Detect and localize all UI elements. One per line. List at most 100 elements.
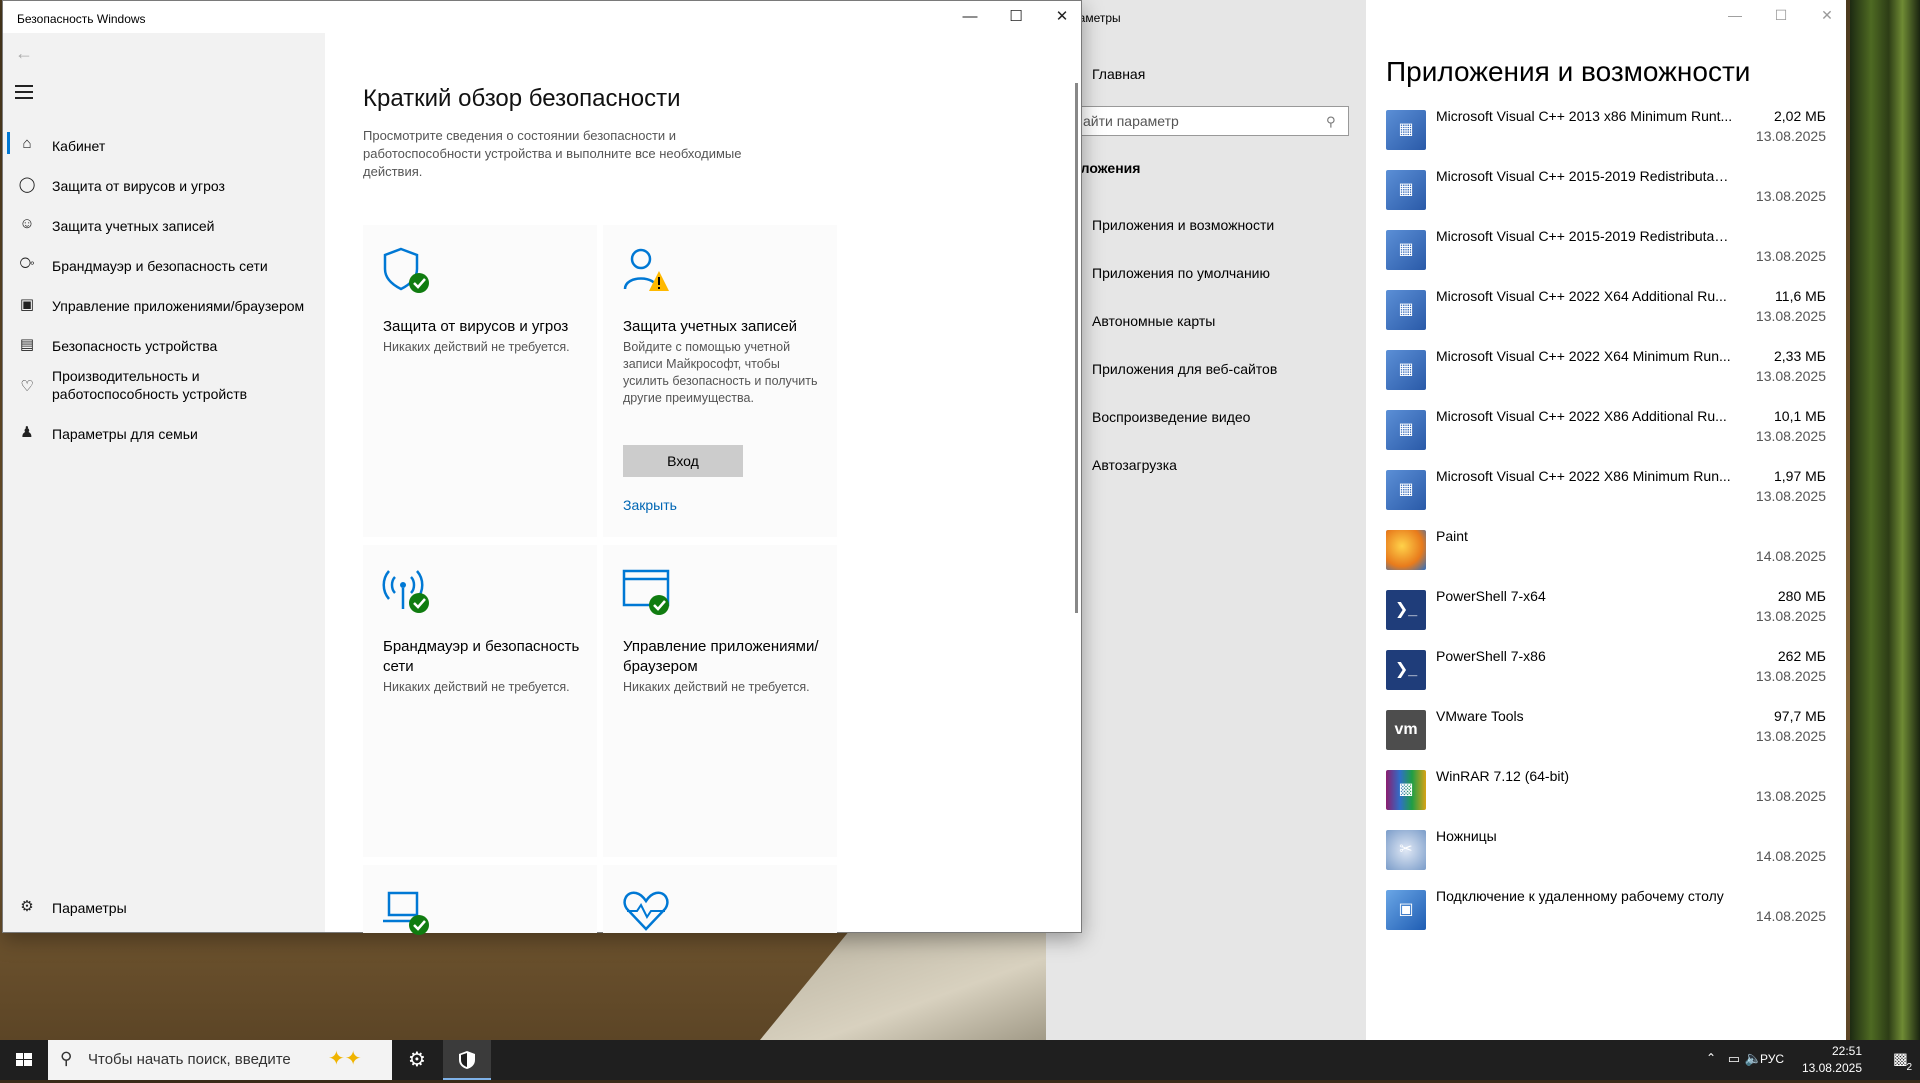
wifi-signal-icon: ⧂ [19, 255, 35, 272]
person-icon: ☺ [19, 215, 35, 232]
nav-item-home[interactable]: ⌂ Кабинет [3, 129, 325, 165]
app-list-item[interactable]: vm VMware Tools 97,7 МБ 13.08.2025 [1386, 704, 1826, 764]
family-icon: ♟ [20, 424, 34, 441]
app-list-item[interactable]: ▦ Microsoft Visual C++ 2022 X64 Minimum R… [1386, 344, 1826, 404]
app-list-item[interactable]: ▦ Microsoft Visual C++ 2013 x86 Minimum R… [1386, 104, 1826, 164]
taskbar-search-box[interactable]: ⚲ Чтобы начать поиск, введите ✦✦ [48, 1040, 392, 1080]
app-name: PowerShell 7-x86 [1436, 648, 1546, 664]
security-titlebar: Безопасность Windows — ☐ ✕ [3, 1, 1081, 33]
minimize-button[interactable]: — [947, 1, 993, 33]
heart-pulse-icon [623, 891, 669, 931]
installer-icon: ▦ [1386, 350, 1426, 390]
nav-item-account-protection[interactable]: ☺ Защита учетных записей [3, 209, 325, 245]
app-list-item[interactable]: ❯_ PowerShell 7-x64 280 МБ 13.08.2025 [1386, 584, 1826, 644]
settings-nav-apps-features[interactable]: Приложения и возможности [1092, 217, 1274, 233]
card-firewall[interactable]: Брандмауэр и безопасность сети Никаких д… [363, 545, 597, 857]
scrollbar[interactable] [1075, 83, 1078, 613]
vmware-icon: vm [1386, 710, 1426, 750]
start-button[interactable] [0, 1040, 48, 1080]
winrar-icon: ▩ [1386, 770, 1426, 810]
network-icon[interactable]: ▭ [1728, 1051, 1740, 1067]
settings-search-input[interactable]: айти параметр ⚲ [1072, 106, 1349, 136]
app-name: PowerShell 7-x64 [1436, 588, 1546, 604]
dismiss-link[interactable]: Закрыть [623, 497, 677, 513]
language-indicator[interactable]: РУС [1760, 1052, 1784, 1066]
app-size: 97,7 МБ [1774, 708, 1826, 724]
app-name: Microsoft Visual C++ 2015-2019 Redistrib… [1436, 168, 1736, 184]
nav-item-device-security[interactable]: ▤ Безопасность устройства [3, 329, 325, 365]
app-name: VMware Tools [1436, 708, 1524, 724]
app-size: 11,6 МБ [1775, 288, 1826, 304]
windows-logo-icon [16, 1053, 32, 1066]
nav-item-firewall[interactable]: ⧂ Брандмауэр и безопасность сети [3, 249, 325, 285]
notification-count: 2 [1906, 1062, 1912, 1073]
settings-nav-apps-websites[interactable]: Приложения для веб-сайтов [1092, 361, 1277, 377]
settings-nav-default-apps[interactable]: Приложения по умолчанию [1092, 265, 1270, 281]
taskbar-settings-app[interactable]: ⚙ [394, 1040, 442, 1080]
app-name: Microsoft Visual C++ 2022 X86 Minimum Ru… [1436, 468, 1731, 484]
nav-item-virus-protection[interactable]: ◯ Защита от вирусов и угроз [3, 169, 325, 205]
search-icon[interactable]: ⚲ [1326, 114, 1340, 129]
card-virus-protection[interactable]: Защита от вирусов и угроз Никаких действ… [363, 225, 597, 537]
app-install-date: 13.08.2025 [1755, 248, 1826, 264]
taskbar-security-app[interactable] [443, 1040, 491, 1080]
close-button[interactable]: ✕ [1039, 1, 1085, 33]
nav-item-settings[interactable]: ⚙ Параметры [3, 891, 325, 927]
card-account-protection[interactable]: Защита учетных записей Войдите с помощью… [603, 225, 837, 537]
card-device-security[interactable] [363, 865, 597, 935]
card-title: Защита учетных записей [623, 318, 798, 335]
hamburger-menu-icon[interactable] [15, 85, 33, 103]
maximize-button[interactable]: ☐ [993, 1, 1039, 33]
app-list-item[interactable]: ❯_ PowerShell 7-x86 262 МБ 13.08.2025 [1386, 644, 1826, 704]
back-arrow-icon[interactable]: ← [15, 43, 33, 64]
settings-nav-offline-maps[interactable]: Автономные карты [1092, 313, 1215, 329]
app-install-date: 13.08.2025 [1755, 488, 1826, 504]
card-app-browser-control[interactable]: Управление приложениями/браузером Никаки… [603, 545, 837, 857]
clock-date[interactable]: 13.08.2025 [1802, 1061, 1862, 1075]
app-list-item[interactable]: ▦ Microsoft Visual C++ 2015-2019 Redistri… [1386, 164, 1826, 224]
app-list-item[interactable]: ▣ Подключение к удаленному рабочему столу… [1386, 884, 1826, 944]
app-size: 10,1 МБ [1774, 408, 1826, 424]
installer-icon: ▦ [1386, 290, 1426, 330]
settings-nav-home[interactable]: Главная [1092, 66, 1145, 82]
app-name: Microsoft Visual C++ 2022 X64 Additional… [1436, 288, 1727, 304]
settings-close-button[interactable]: ✕ [1804, 7, 1850, 27]
clock-time[interactable]: 22:51 [1832, 1044, 1862, 1058]
security-window: Безопасность Windows — ☐ ✕ ← ⌂ Кабинет ◯… [2, 0, 1082, 935]
app-install-date: 14.08.2025 [1755, 548, 1826, 564]
settings-minimize-button[interactable]: — [1712, 7, 1758, 27]
app-list-item[interactable]: ▩ WinRAR 7.12 (64-bit) 13.08.2025 [1386, 764, 1826, 824]
app-install-date: 13.08.2025 [1755, 788, 1826, 804]
app-list-item[interactable]: ✂ Ножницы 14.08.2025 [1386, 824, 1826, 884]
nav-item-label: Кабинет [52, 138, 106, 154]
settings-nav-startup[interactable]: Автозагрузка [1092, 457, 1177, 473]
laptop-icon: ▤ [19, 336, 35, 353]
app-name: Microsoft Visual C++ 2013 x86 Minimum Ru… [1436, 108, 1733, 124]
nav-item-app-browser-control[interactable]: ▣ Управление приложениями/браузером [3, 289, 325, 325]
card-subtitle: Никаких действий не требуется. [383, 680, 570, 694]
card-subtitle: Никаких действий не требуется. [383, 340, 570, 354]
security-nav-pane: ← ⌂ Кабинет ◯ Защита от вирусов и угроз … [3, 33, 325, 932]
app-list-item[interactable]: ▦ Microsoft Visual C++ 2022 X86 Minimum R… [1386, 464, 1826, 524]
shield-icon [459, 1051, 475, 1069]
nav-item-device-performance[interactable]: ♡ Производительность и работоспособность… [3, 367, 325, 411]
app-size: 280 МБ [1777, 588, 1826, 604]
nav-item-label: Брандмауэр и безопасность сети [52, 258, 268, 274]
nav-item-family-options[interactable]: ♟ Параметры для семьи [3, 417, 325, 453]
page-description: Просмотрите сведения о состоянии безопас… [363, 128, 742, 179]
home-icon: ⌂ [22, 135, 32, 152]
sign-in-button[interactable]: Вход [623, 445, 743, 477]
app-list-item[interactable]: Paint 14.08.2025 [1386, 524, 1826, 584]
person-warning-icon [623, 248, 669, 291]
wifi-signal-check-icon [382, 570, 429, 613]
card-device-performance[interactable] [603, 865, 837, 933]
app-list-item[interactable]: ▦ Microsoft Visual C++ 2015-2019 Redistri… [1386, 224, 1826, 284]
shield-icon: ◯ [18, 176, 36, 193]
snipping-icon: ✂ [1386, 830, 1426, 870]
app-list-item[interactable]: ▦ Microsoft Visual C++ 2022 X64 Additiona… [1386, 284, 1826, 344]
app-name: Microsoft Visual C++ 2022 X86 Additional… [1436, 408, 1727, 424]
app-list-item[interactable]: ▦ Microsoft Visual C++ 2022 X86 Additiona… [1386, 404, 1826, 464]
settings-maximize-button[interactable]: ☐ [1758, 7, 1804, 27]
chevron-up-icon[interactable]: ⌃ [1706, 1051, 1716, 1065]
settings-nav-video-playback[interactable]: Воспроизведение видео [1092, 409, 1250, 425]
